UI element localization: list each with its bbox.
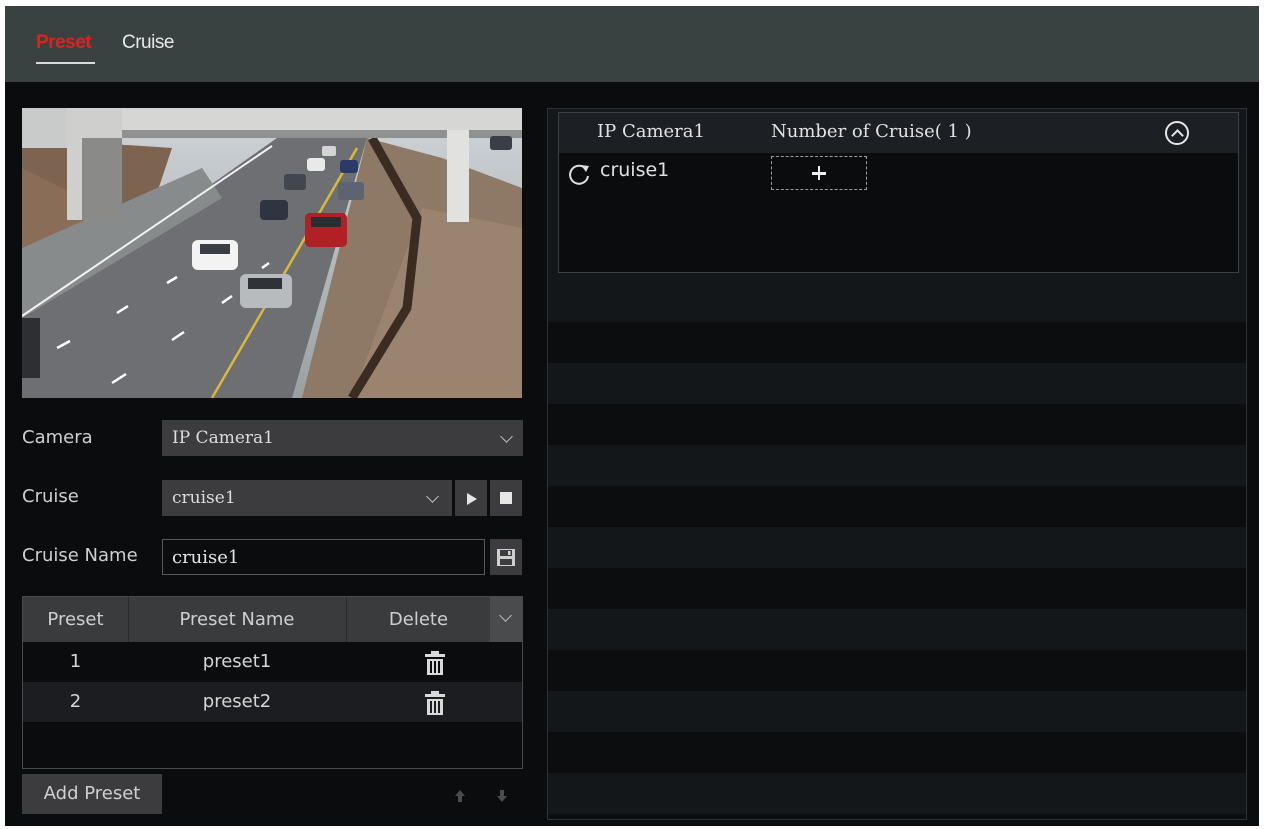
trash-icon[interactable] — [423, 650, 447, 676]
column-header-delete: Delete — [388, 609, 449, 630]
highway-scene-image — [22, 108, 522, 398]
cruise-select[interactable]: cruise1 — [162, 480, 452, 516]
arrow-up-icon[interactable] — [447, 783, 473, 809]
camera-select-value: IP Camera1 — [172, 428, 274, 448]
empty-row — [548, 486, 1246, 527]
cruise-group-camera-name: IP Camera1 — [597, 121, 705, 142]
camera-label: Camera — [22, 427, 93, 448]
chevron-down-icon — [500, 430, 513, 443]
tab-cruise[interactable]: Cruise — [122, 32, 174, 54]
cruise-name-label: Cruise Name — [22, 545, 138, 566]
play-cruise-button[interactable] — [455, 480, 487, 516]
cruise-name-input[interactable] — [162, 539, 485, 575]
cruise-item-label: cruise1 — [600, 159, 670, 181]
empty-row — [548, 404, 1246, 445]
preset-name: preset2 — [202, 691, 272, 712]
camera-cruise-group: IP Camera1 Number of Cruise( 1 ) cruise1 — [558, 112, 1239, 273]
add-preset-button[interactable]: Add Preset — [22, 774, 162, 814]
cruise-select-value: cruise1 — [172, 488, 236, 508]
preset-number: 2 — [69, 691, 82, 712]
empty-row — [548, 650, 1246, 691]
stop-cruise-button[interactable] — [490, 480, 522, 516]
refresh-icon — [569, 164, 589, 185]
preset-table: Preset Preset Name Delete 1 preset1 2 pr… — [22, 596, 523, 769]
empty-row — [548, 322, 1246, 363]
cruise-group-header: IP Camera1 Number of Cruise( 1 ) — [559, 113, 1238, 153]
header-bar: Preset Cruise — [5, 6, 1259, 82]
empty-row — [548, 732, 1246, 773]
trash-icon[interactable] — [423, 690, 447, 716]
table-row[interactable]: 1 preset1 — [23, 642, 522, 682]
chevron-down-icon — [426, 490, 439, 503]
collapse-up-icon[interactable] — [1165, 121, 1189, 145]
table-row[interactable]: 2 preset2 — [23, 682, 522, 722]
column-header-preset-name: Preset Name — [179, 609, 295, 630]
camera-select[interactable]: IP Camera1 — [162, 420, 523, 456]
add-cruise-button[interactable] — [771, 156, 867, 190]
preset-table-header: Preset Preset Name Delete — [23, 597, 522, 642]
arrow-down-icon[interactable] — [489, 783, 515, 809]
cruise-label: Cruise — [22, 486, 79, 507]
preset-name: preset1 — [202, 651, 272, 672]
play-icon — [467, 493, 477, 505]
chevron-down-icon — [499, 609, 512, 622]
empty-row — [548, 568, 1246, 609]
column-header-preset: Preset — [47, 609, 104, 630]
preset-table-dropdown-button[interactable] — [490, 597, 522, 642]
empty-row — [548, 814, 1246, 819]
stop-icon — [500, 492, 512, 504]
camera-video-preview — [22, 108, 522, 398]
tab-preset[interactable]: Preset — [36, 32, 96, 64]
save-icon — [497, 549, 515, 566]
save-cruise-name-button[interactable] — [490, 539, 522, 575]
app-window: Preset Cruise Camera IP Camera1 Cruise c… — [5, 6, 1259, 826]
cruise-count: Number of Cruise( 1 ) — [771, 121, 972, 142]
preset-number: 1 — [69, 651, 82, 672]
cruise-list-panel: IP Camera1 Number of Cruise( 1 ) cruise1 — [547, 108, 1247, 820]
